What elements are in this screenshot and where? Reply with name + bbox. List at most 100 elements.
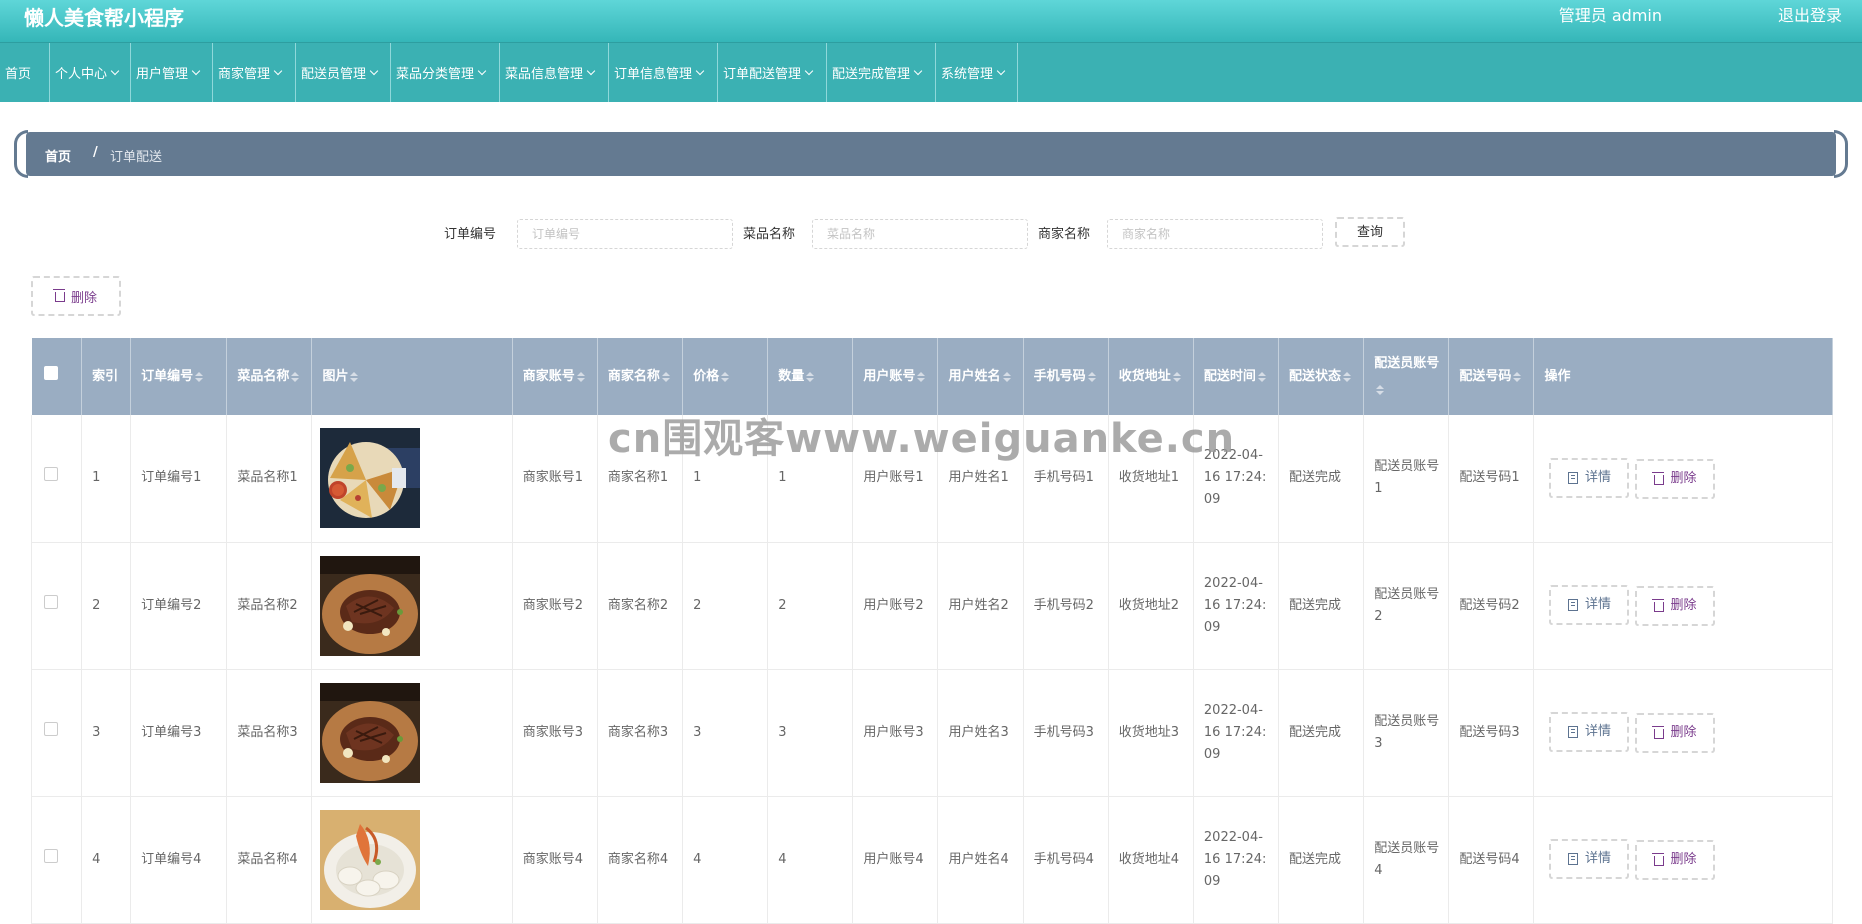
column-header[interactable]: 手机号码 [1023, 338, 1109, 415]
column-header-label: 订单编号 [141, 369, 194, 384]
column-header[interactable]: 商家账号 [512, 338, 598, 415]
delete-button[interactable]: 删除 [1635, 713, 1716, 753]
nav-item-3[interactable]: 商家管理 [213, 43, 296, 102]
column-header[interactable]: 用户姓名 [937, 338, 1024, 415]
column-header[interactable]: 图片 [311, 338, 513, 415]
cell-quantity: 4 [767, 796, 854, 924]
row-checkbox[interactable] [44, 848, 58, 863]
sort-icon[interactable] [195, 371, 204, 382]
chevron-down-icon [110, 66, 120, 75]
breadcrumb-separator: / [93, 145, 98, 160]
cell-courier-no: 配送号码2 [1448, 542, 1535, 670]
column-header[interactable]: 价格 [682, 338, 769, 415]
cell-merchant-account: 商家账号3 [512, 669, 598, 797]
sort-icon[interactable] [1002, 371, 1011, 382]
food-steak-image[interactable] [320, 555, 503, 656]
admin-label: 管理员 admin [1558, 6, 1662, 25]
cell-dish-name: 菜品名称4 [226, 796, 313, 924]
column-header[interactable]: 数量 [767, 338, 854, 415]
detail-button[interactable]: 详情 [1549, 712, 1630, 752]
column-header: 索引 [81, 338, 132, 415]
column-header-label: 用户姓名 [948, 369, 1001, 384]
merchant-name-input[interactable] [1107, 219, 1323, 249]
column-header[interactable]: 商家名称 [597, 338, 684, 415]
cell-merchant-name: 商家名称4 [597, 796, 684, 924]
column-header[interactable]: 配送状态 [1278, 338, 1365, 415]
sort-icon[interactable] [1376, 385, 1385, 395]
nav-item-10[interactable]: 系统管理 [936, 43, 1018, 102]
sort-icon[interactable] [1513, 371, 1522, 382]
logout-link[interactable]: 退出登录 [1778, 2, 1842, 26]
nav-item-8[interactable]: 订单配送管理 [718, 43, 827, 102]
sort-icon[interactable] [1343, 371, 1352, 382]
document-icon [1567, 853, 1578, 865]
nav-item-7[interactable]: 订单信息管理 [609, 43, 718, 102]
cell-user-name: 用户姓名2 [937, 542, 1024, 670]
row-checkbox[interactable] [44, 467, 58, 482]
nav-item-5[interactable]: 菜品分类管理 [391, 43, 500, 102]
sort-icon[interactable] [917, 371, 926, 382]
sort-icon[interactable] [1087, 371, 1096, 382]
cell-user-name: 用户姓名3 [937, 669, 1024, 797]
sort-icon[interactable] [806, 371, 815, 382]
cell-courier-account: 配送员账号1 [1363, 415, 1450, 543]
cell-user-account: 用户账号4 [852, 796, 939, 924]
cell-index: 3 [81, 669, 132, 797]
select-all-checkbox[interactable] [43, 366, 58, 380]
top-header: 懒人美食帮小程序 管理员 admin 退出登录 [0, 0, 1862, 43]
delete-button-label: 删除 [1670, 852, 1697, 867]
sort-icon[interactable] [350, 371, 359, 382]
food-steak-image[interactable] [320, 682, 503, 783]
chevron-down-icon [996, 66, 1006, 75]
column-header-label: 操作 [1544, 369, 1571, 384]
column-header[interactable]: 配送员账号 [1363, 338, 1450, 415]
image-cell [311, 669, 513, 797]
sort-icon[interactable] [1257, 371, 1266, 382]
cell-price: 1 [682, 415, 769, 543]
column-header[interactable]: 订单编号 [130, 338, 228, 415]
table-row: 1 订单编号1 菜品名称1 商家账号1 商家名称1 1 1 用户账号1 用户姓名1 手机号码1 收货… [30, 415, 1833, 543]
food-pizza-image[interactable] [320, 428, 503, 529]
cell-status: 配送完成 [1278, 669, 1365, 797]
cell-time: 2022-04-16 17:24:09 [1193, 415, 1280, 543]
delete-button[interactable]: 删除 [1635, 586, 1716, 626]
batch-delete-button[interactable]: 删除 [31, 276, 121, 316]
row-checkbox[interactable] [44, 721, 58, 736]
cell-quantity: 3 [767, 669, 854, 797]
sort-icon[interactable] [576, 371, 585, 382]
nav-item-1[interactable]: 个人中心 [50, 43, 131, 102]
delete-button-label: 删除 [1670, 470, 1697, 486]
delete-button[interactable]: 删除 [1635, 840, 1716, 880]
nav-item-2[interactable]: 用户管理 [131, 43, 213, 102]
column-header[interactable]: 配送号码 [1448, 338, 1535, 415]
nav-item-label: 系统管理 [941, 67, 994, 82]
sort-icon[interactable] [661, 371, 670, 382]
delete-button[interactable]: 删除 [1635, 458, 1716, 499]
food-shrimp-image[interactable] [320, 809, 503, 910]
column-header[interactable]: 用户账号 [852, 338, 939, 415]
main-nav: 首页 个人中心 用户管理 商家管理 配送员管理 菜品分类管理 菜品信息管理 订单信息管理 订单配… [0, 43, 1862, 102]
column-header[interactable]: 收货地址 [1108, 338, 1194, 415]
detail-button[interactable]: 详情 [1549, 457, 1630, 498]
sort-icon[interactable] [721, 371, 730, 382]
sort-icon[interactable] [291, 371, 300, 382]
nav-item-9[interactable]: 配送完成管理 [827, 43, 936, 102]
cell-courier-account: 配送员账号2 [1363, 542, 1450, 670]
nav-item-0[interactable]: 首页 [0, 43, 50, 102]
query-button[interactable]: 查询 [1335, 217, 1405, 247]
nav-item-label: 菜品分类管理 [396, 67, 475, 82]
detail-button[interactable]: 详情 [1549, 585, 1630, 625]
column-header[interactable]: 菜品名称 [226, 338, 313, 415]
row-checkbox[interactable] [44, 594, 58, 609]
cell-user-account: 用户账号3 [852, 669, 939, 797]
cell-order-no: 订单编号2 [130, 542, 228, 670]
order-no-input[interactable] [517, 219, 733, 249]
nav-item-4[interactable]: 配送员管理 [296, 43, 391, 102]
detail-button[interactable]: 详情 [1549, 839, 1630, 879]
breadcrumb-home[interactable]: 首页 [45, 146, 71, 165]
cell-time: 2022-04-16 17:24:09 [1193, 542, 1280, 670]
nav-item-6[interactable]: 菜品信息管理 [500, 43, 609, 102]
column-header[interactable]: 配送时间 [1193, 338, 1280, 415]
dish-name-input[interactable] [812, 219, 1028, 249]
sort-icon[interactable] [1172, 371, 1181, 382]
